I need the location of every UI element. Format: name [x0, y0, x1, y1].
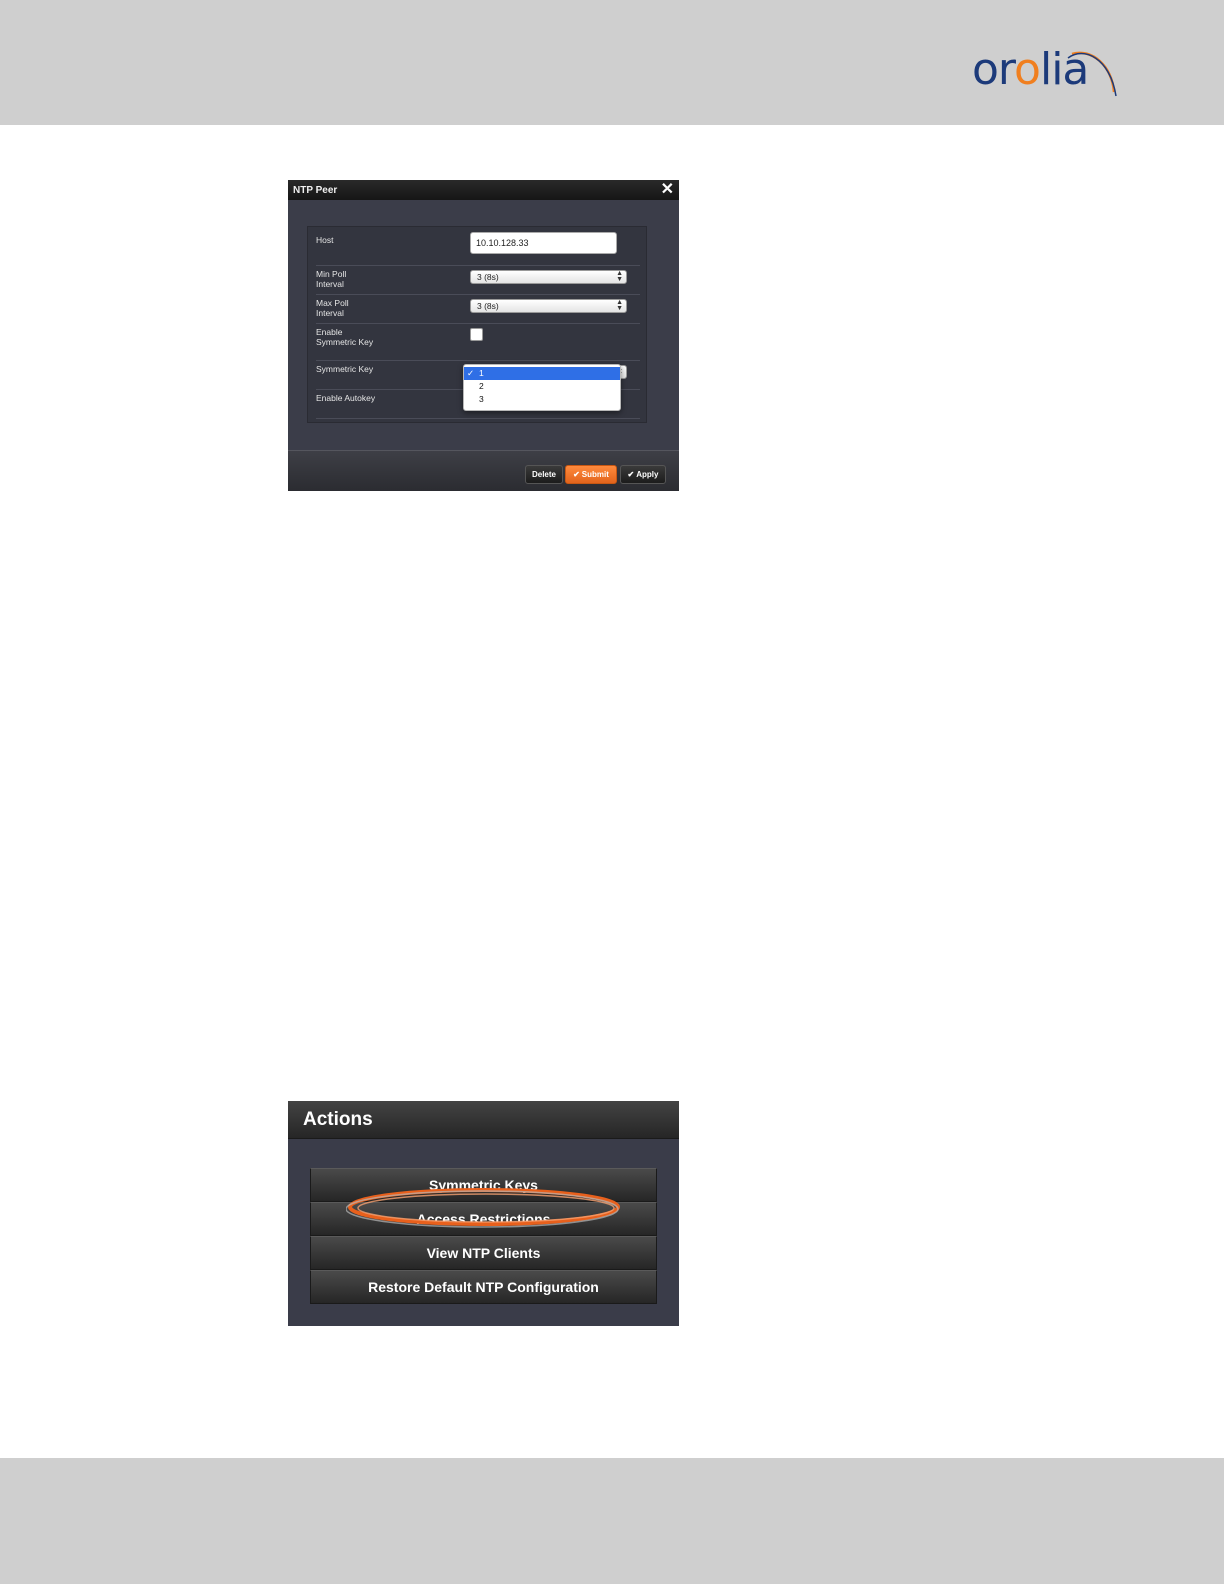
- dropdown-option-label: 3: [479, 394, 484, 404]
- dropdown-option-1[interactable]: ✓ 1: [464, 367, 620, 380]
- delete-button-label: Delete: [531, 470, 556, 479]
- max-poll-row: Max Poll Interval 3 (8s) ▲ ▼: [316, 295, 640, 324]
- host-row: Host 10.10.128.33: [316, 232, 640, 266]
- submit-button-label: Submit: [581, 470, 609, 479]
- close-icon[interactable]: ✕: [661, 182, 674, 198]
- symmetric-key-label: Symmetric Key: [316, 364, 374, 374]
- checkmark-icon: ✔: [573, 470, 580, 479]
- dropdown-option-2[interactable]: 2: [464, 380, 620, 393]
- action-restore-default-ntp-configuration[interactable]: Restore Default NTP Configuration: [310, 1270, 657, 1304]
- enable-autokey-label: Enable Autokey: [316, 393, 376, 403]
- action-view-ntp-clients[interactable]: View NTP Clients: [310, 1236, 657, 1270]
- action-access-restrictions[interactable]: Access Restrictions: [310, 1202, 657, 1236]
- max-poll-select[interactable]: 3 (8s) ▲ ▼: [470, 299, 627, 313]
- delete-button[interactable]: Delete: [525, 465, 563, 484]
- min-poll-select[interactable]: 3 (8s) ▲ ▼: [470, 270, 627, 284]
- host-label: Host: [316, 235, 334, 245]
- apply-button[interactable]: ✔ Apply: [620, 465, 666, 484]
- submit-button[interactable]: ✔ Submit: [565, 465, 617, 484]
- min-poll-value: 3 (8s): [477, 272, 499, 282]
- dialog-footer: Delete ✔ Submit ✔ Apply: [288, 450, 679, 491]
- select-arrows-icon: ▲▼: [616, 270, 623, 283]
- action-symmetric-keys[interactable]: Symmetric Keys: [310, 1168, 657, 1202]
- host-input[interactable]: 10.10.128.33: [470, 232, 617, 254]
- dropdown-option-label: 2: [479, 381, 484, 391]
- actions-header: Actions: [288, 1101, 679, 1139]
- min-poll-label: Min Poll Interval: [316, 269, 347, 289]
- ntp-peer-dialog: NTP Peer ✕ Host 10.10.128.33 Min Poll In…: [288, 180, 679, 491]
- actions-list: Symmetric Keys Access Restrictions View …: [310, 1168, 657, 1304]
- dropdown-option-label: 1: [479, 368, 484, 378]
- dialog-titlebar: NTP Peer ✕: [288, 180, 679, 200]
- orolia-logo: orolia: [972, 42, 1122, 98]
- apply-button-label: Apply: [636, 470, 659, 479]
- enable-symmetric-key-row: Enable Symmetric Key: [316, 324, 640, 361]
- dialog-title: NTP Peer: [293, 184, 338, 196]
- actions-panel: Actions Symmetric Keys Access Restrictio…: [288, 1101, 679, 1326]
- min-poll-row: Min Poll Interval 3 (8s) ▲ ▼: [316, 266, 640, 295]
- enable-symmetric-key-label: Enable Symmetric Key: [316, 327, 374, 347]
- logo-swoosh-icon: [1067, 51, 1117, 97]
- actions-title: Actions: [303, 1109, 373, 1130]
- dropdown-option-3[interactable]: 3: [464, 393, 620, 406]
- page-footer-band: [0, 1458, 1224, 1584]
- max-poll-label: Max Poll Interval: [316, 298, 349, 318]
- checkmark-icon: ✓: [467, 368, 475, 378]
- enable-symmetric-key-checkbox[interactable]: [470, 328, 483, 341]
- select-arrows-icon: ▲▼: [616, 299, 623, 312]
- checkmark-icon: ✔: [627, 470, 635, 479]
- max-poll-value: 3 (8s): [477, 301, 499, 311]
- symmetric-key-dropdown: ✓ 1 2 3: [463, 364, 621, 411]
